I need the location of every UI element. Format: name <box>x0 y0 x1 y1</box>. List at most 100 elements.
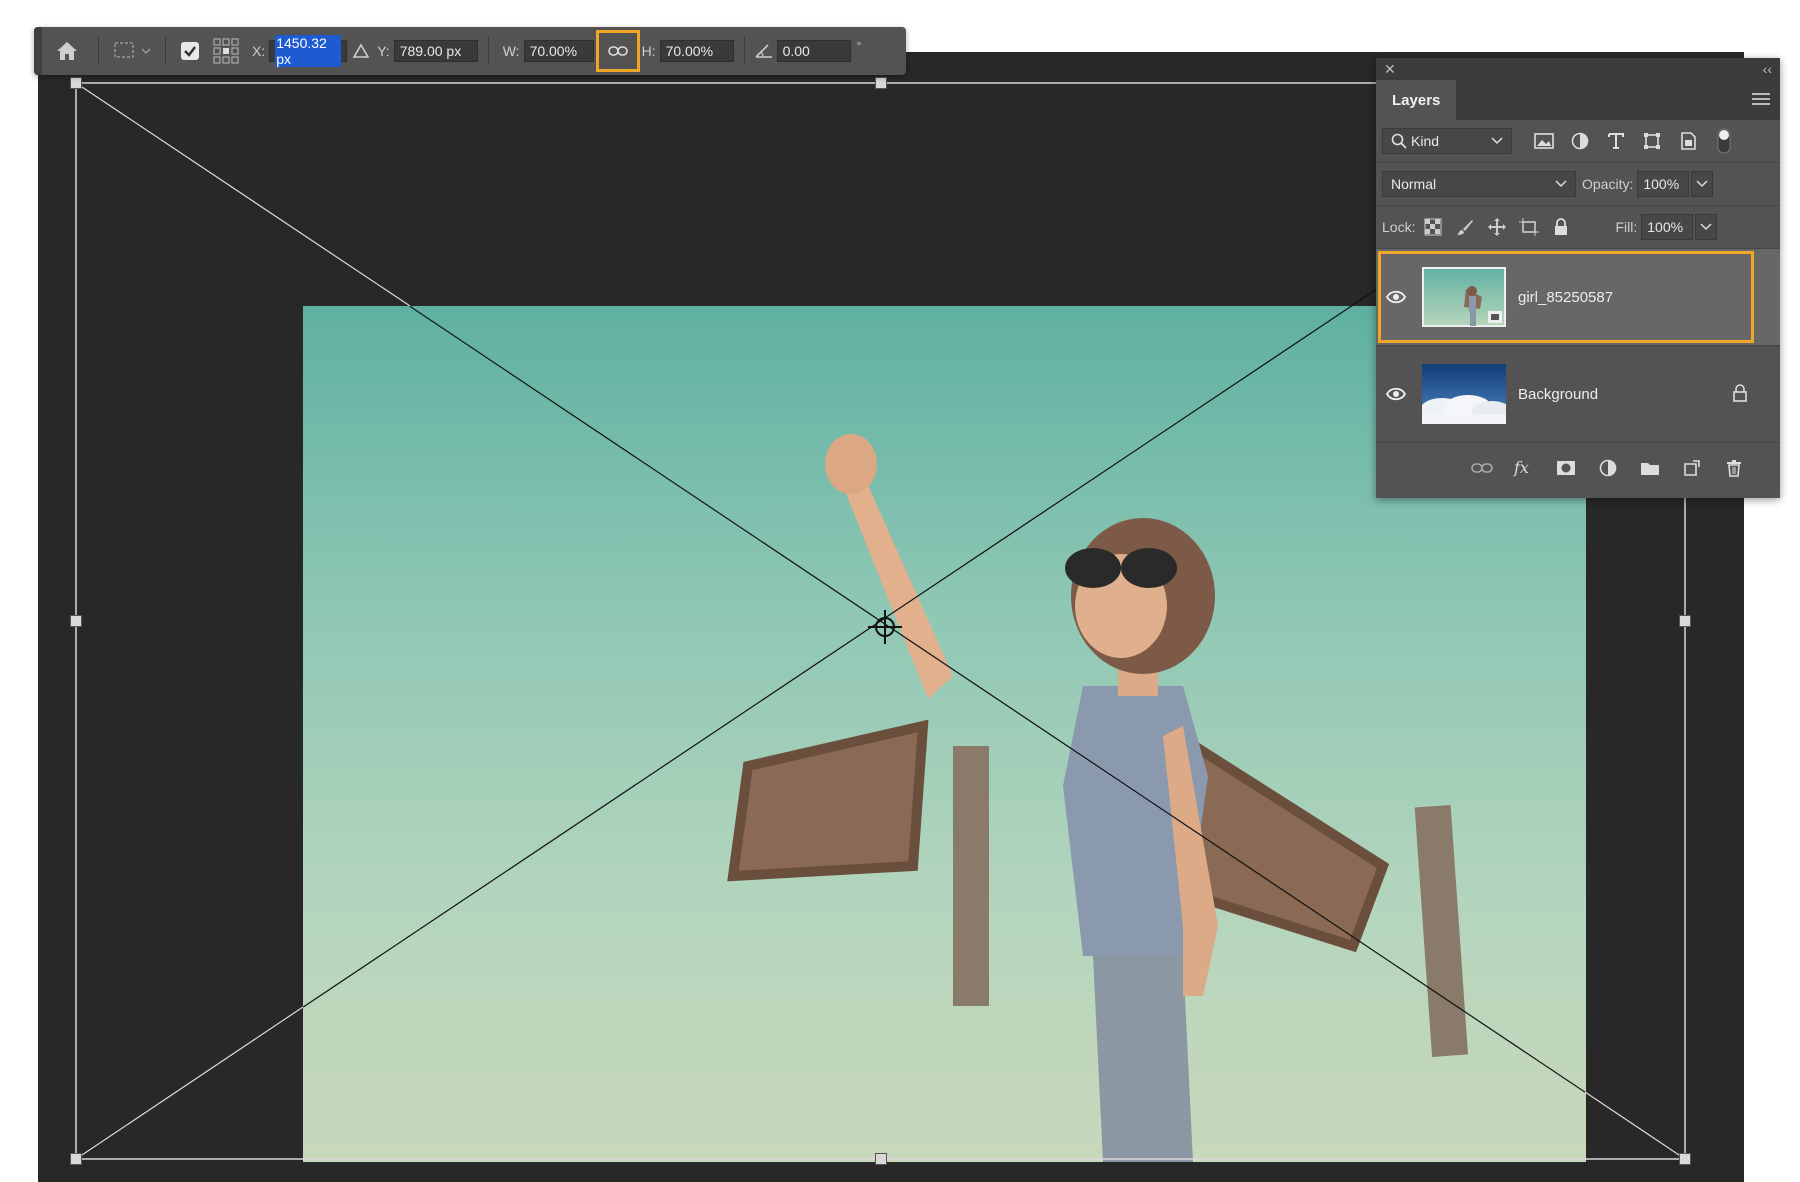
reference-grid-icon <box>213 38 239 64</box>
selected-layer-highlight <box>1378 251 1754 343</box>
opacity-label: Opacity: <box>1582 176 1634 192</box>
delta-icon <box>352 43 370 58</box>
transform-handle-top-left[interactable] <box>70 77 82 89</box>
add-layer-style-button[interactable]: fx <box>1510 454 1538 482</box>
smart-object-icon <box>1681 132 1696 150</box>
filter-adjustment-layers-button[interactable] <box>1566 127 1594 155</box>
opacity-value: 100% <box>1643 176 1680 192</box>
filter-smart-objects-button[interactable] <box>1674 127 1702 155</box>
link-icon <box>607 46 628 56</box>
chevron-down-icon <box>1700 223 1712 231</box>
layers-bottom-toolbar: fx <box>1376 443 1780 493</box>
home-icon <box>57 42 77 60</box>
x-label: X: <box>252 43 266 59</box>
angle-unit: ° <box>856 39 862 53</box>
transform-handle-left[interactable] <box>70 615 82 627</box>
chevron-down-icon <box>1696 180 1708 188</box>
adjustment-icon <box>1599 459 1617 477</box>
filter-shape-layers-button[interactable] <box>1638 127 1666 155</box>
layer-name-background: Background <box>1518 385 1599 403</box>
separator <box>98 37 99 65</box>
reference-point-icon[interactable] <box>868 610 902 644</box>
layer-visibility-toggle[interactable] <box>1376 387 1416 401</box>
link-icon <box>1471 463 1493 473</box>
layer-filter-row: Kind <box>1376 120 1780 163</box>
relative-positioning-button[interactable] <box>347 27 375 75</box>
blend-mode-value: Normal <box>1391 176 1437 192</box>
lock-position-button[interactable] <box>1483 213 1511 241</box>
transform-tool-icon <box>114 42 151 58</box>
transform-handle-bottom[interactable] <box>875 1153 887 1165</box>
home-button[interactable] <box>42 27 92 75</box>
filter-kind-dropdown[interactable]: Kind <box>1382 128 1512 154</box>
svg-text:fx: fx <box>1513 458 1529 477</box>
move-icon <box>1488 218 1507 236</box>
lock-transparent-pixels-button[interactable] <box>1419 213 1447 241</box>
filter-kind-label: Kind <box>1411 133 1440 149</box>
transform-handle-bottom-right[interactable] <box>1679 1153 1691 1165</box>
panel-menu-icon[interactable] <box>1752 92 1770 106</box>
y-label: Y: <box>377 43 390 59</box>
new-layer-button[interactable] <box>1678 454 1706 482</box>
layer-thumbnail-background <box>1420 364 1512 424</box>
blend-mode-dropdown[interactable]: Normal <box>1382 171 1576 197</box>
separator <box>743 37 745 65</box>
fx-icon: fx <box>1513 458 1529 477</box>
chevron-down-icon <box>1491 137 1503 145</box>
rotate-angle-field[interactable]: 0.00 <box>776 40 851 62</box>
layer-row-girl[interactable]: girl_85250587 <box>1376 249 1780 346</box>
eye-icon <box>1386 387 1406 401</box>
delete-layer-button[interactable] <box>1720 454 1748 482</box>
tool-preset-picker[interactable] <box>105 27 159 75</box>
filter-pixel-layers-button[interactable] <box>1530 127 1558 155</box>
transform-handle-top[interactable] <box>875 77 887 89</box>
fill-slider-button[interactable] <box>1695 214 1718 240</box>
new-group-button[interactable] <box>1636 454 1664 482</box>
width-field[interactable]: 70.00% <box>523 40 594 62</box>
layers-panel: ✕ ‹‹ Layers Kind Normal Opacity: 100% Lo… <box>1376 58 1780 498</box>
fill-field[interactable]: 100% <box>1641 214 1694 240</box>
checkerboard-icon <box>1424 218 1442 236</box>
adjustment-icon <box>1571 132 1589 150</box>
shape-icon <box>1644 133 1660 149</box>
fill-label: Fill: <box>1615 219 1638 235</box>
brush-icon <box>1457 220 1474 235</box>
filter-type-layers-button[interactable] <box>1602 127 1630 155</box>
reference-point-locator[interactable] <box>208 27 244 75</box>
new-adjustment-layer-button[interactable] <box>1594 454 1622 482</box>
link-layers-button[interactable] <box>1468 454 1496 482</box>
panel-tabs: Layers <box>1376 80 1780 120</box>
lock-artboard-button[interactable] <box>1515 213 1543 241</box>
transform-handle-right[interactable] <box>1679 615 1691 627</box>
toggle-icon <box>1717 128 1731 154</box>
add-layer-mask-button[interactable] <box>1552 454 1580 482</box>
separator <box>487 37 489 65</box>
filter-toggle-switch[interactable] <box>1710 127 1738 155</box>
layer-lock-icon[interactable] <box>1732 384 1748 402</box>
new-layer-icon <box>1684 460 1700 476</box>
x-position-value: 1450.32 px <box>275 35 342 67</box>
angle-icon <box>754 44 772 58</box>
layer-row-background[interactable]: Background <box>1376 346 1780 443</box>
maintain-aspect-ratio-button[interactable] <box>595 30 640 72</box>
lock-all-button[interactable] <box>1547 213 1575 241</box>
y-position-field[interactable]: 789.00 px <box>393 40 478 62</box>
folder-icon <box>1641 463 1659 475</box>
height-field[interactable]: 70.00% <box>659 40 734 62</box>
opacity-slider-button[interactable] <box>1691 171 1714 197</box>
opacity-field[interactable]: 100% <box>1637 171 1690 197</box>
separator <box>165 37 166 65</box>
lock-image-pixels-button[interactable] <box>1451 213 1479 241</box>
lock-icon <box>1555 218 1568 235</box>
tab-layers[interactable]: Layers <box>1376 80 1457 120</box>
type-icon <box>1608 133 1624 149</box>
panel-close-button[interactable]: ✕ <box>1384 61 1396 78</box>
blend-opacity-row: Normal Opacity: 100% <box>1376 163 1780 206</box>
options-bar-grip[interactable] <box>34 27 42 75</box>
panel-collapse-button[interactable]: ‹‹ <box>1763 61 1772 77</box>
reference-point-checkbox[interactable] <box>172 27 208 75</box>
transform-handle-bottom-left[interactable] <box>70 1153 82 1165</box>
transform-options-bar: X: 1450.32 px Y: 789.00 px W: 70.00% H: … <box>34 27 906 75</box>
x-position-field[interactable]: 1450.32 px <box>269 35 348 67</box>
fill-value: 100% <box>1647 219 1684 235</box>
